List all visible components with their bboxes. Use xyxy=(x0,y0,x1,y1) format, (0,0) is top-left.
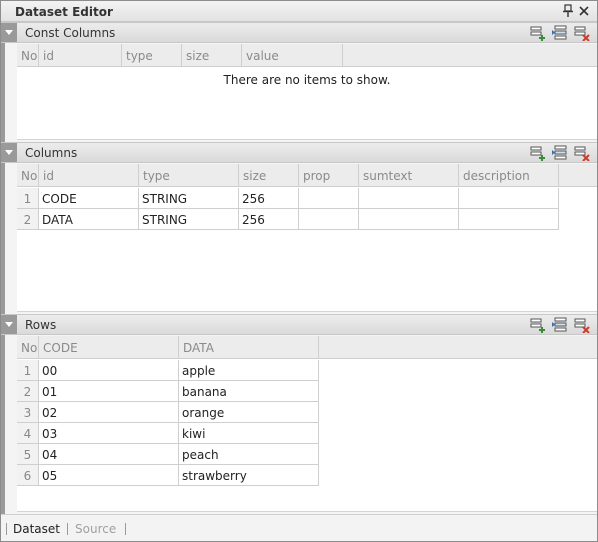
cell-sumtext[interactable] xyxy=(359,188,459,209)
empty-message: There are no items to show. xyxy=(223,73,391,87)
const-columns-grid-header: No id type size value xyxy=(17,44,597,67)
cell-code[interactable]: 04 xyxy=(39,444,179,465)
cell-code[interactable]: 02 xyxy=(39,402,179,423)
collapse-arrow-icon[interactable] xyxy=(1,23,17,42)
cell-code[interactable]: 03 xyxy=(39,423,179,444)
window-title: Dataset Editor xyxy=(15,5,113,19)
column-header-value[interactable]: value xyxy=(242,44,343,67)
columns-grid-header: No id type size prop sumtext description xyxy=(17,164,597,187)
column-header-code[interactable]: CODE xyxy=(39,336,179,359)
row-number: 5 xyxy=(17,444,39,465)
cell-data[interactable]: kiwi xyxy=(179,423,319,444)
rows-header: Rows xyxy=(1,314,597,335)
cell-type[interactable]: STRING xyxy=(139,188,239,209)
cell-data[interactable]: apple xyxy=(179,360,319,381)
cell-type[interactable]: STRING xyxy=(139,209,239,230)
column-header-size[interactable]: size xyxy=(239,164,299,187)
column-header-id[interactable]: id xyxy=(39,44,122,67)
insert-row-icon[interactable] xyxy=(552,145,568,161)
left-gutter xyxy=(1,22,5,514)
const-columns-header: Const Columns xyxy=(1,22,597,43)
const-columns-label: Const Columns xyxy=(25,26,116,40)
column-header-prop[interactable]: prop xyxy=(299,164,359,187)
column-header-no[interactable]: No xyxy=(17,44,39,67)
add-row-icon[interactable] xyxy=(530,25,546,41)
close-icon[interactable] xyxy=(578,4,590,18)
add-row-icon[interactable] xyxy=(530,317,546,333)
column-header-data[interactable]: DATA xyxy=(179,336,319,359)
cell-size[interactable]: 256 xyxy=(239,188,299,209)
row-number: 3 xyxy=(17,402,39,423)
row-number: 1 xyxy=(17,360,39,381)
column-header-sumtext[interactable]: sumtext xyxy=(359,164,459,187)
tab-separator xyxy=(67,523,68,535)
cell-description[interactable] xyxy=(459,188,559,209)
delete-row-icon[interactable] xyxy=(574,317,590,334)
column-header-size[interactable]: size xyxy=(182,44,242,67)
cell-size[interactable]: 256 xyxy=(239,209,299,230)
cell-prop[interactable] xyxy=(299,209,359,230)
delete-row-icon[interactable] xyxy=(574,145,590,162)
cell-code[interactable]: 01 xyxy=(39,381,179,402)
row-number: 2 xyxy=(17,209,39,230)
tab-source[interactable]: Source xyxy=(75,522,116,536)
rows-label: Rows xyxy=(25,318,57,332)
collapse-arrow-icon[interactable] xyxy=(1,315,17,334)
rows-grid-header: No CODE DATA xyxy=(17,336,597,359)
cell-code[interactable]: 00 xyxy=(39,360,179,381)
cell-data[interactable]: orange xyxy=(179,402,319,423)
row-number: 2 xyxy=(17,381,39,402)
cell-id[interactable]: CODE xyxy=(39,188,139,209)
insert-row-icon[interactable] xyxy=(552,317,568,333)
column-header-id[interactable]: id xyxy=(39,164,139,187)
pin-icon[interactable] xyxy=(562,4,574,18)
cell-data[interactable]: strawberry xyxy=(179,465,319,486)
dataset-editor-window: Dataset Editor Const Columns No id type … xyxy=(0,0,598,542)
cell-sumtext[interactable] xyxy=(359,209,459,230)
cell-description[interactable] xyxy=(459,209,559,230)
row-number: 4 xyxy=(17,423,39,444)
rows-grid: No CODE DATA 1 00 apple 2 01 banana 3 02… xyxy=(17,336,597,512)
collapse-arrow-icon[interactable] xyxy=(1,143,17,162)
tab-separator xyxy=(6,523,7,535)
cell-code[interactable]: 05 xyxy=(39,465,179,486)
column-header-description[interactable]: description xyxy=(459,164,559,187)
insert-row-icon[interactable] xyxy=(552,25,568,41)
tab-dataset[interactable]: Dataset xyxy=(13,522,60,536)
cell-prop[interactable] xyxy=(299,188,359,209)
column-header-no[interactable]: No xyxy=(17,164,39,187)
delete-row-icon[interactable] xyxy=(574,25,590,42)
row-number: 6 xyxy=(17,465,39,486)
row-number: 1 xyxy=(17,188,39,209)
columns-label: Columns xyxy=(25,146,78,160)
cell-data[interactable]: peach xyxy=(179,444,319,465)
column-header-no[interactable]: No xyxy=(17,336,39,359)
add-row-icon[interactable] xyxy=(530,145,546,161)
bottom-tab-bar: Dataset Source xyxy=(1,514,597,541)
title-bar: Dataset Editor xyxy=(1,1,597,22)
const-columns-grid: No id type size value There are no items… xyxy=(17,44,597,140)
columns-grid: No id type size prop sumtext description… xyxy=(17,164,597,312)
column-header-type[interactable]: type xyxy=(122,44,182,67)
column-header-type[interactable]: type xyxy=(139,164,239,187)
columns-header: Columns xyxy=(1,142,597,163)
tab-separator xyxy=(125,523,126,535)
cell-id[interactable]: DATA xyxy=(39,209,139,230)
cell-data[interactable]: banana xyxy=(179,381,319,402)
